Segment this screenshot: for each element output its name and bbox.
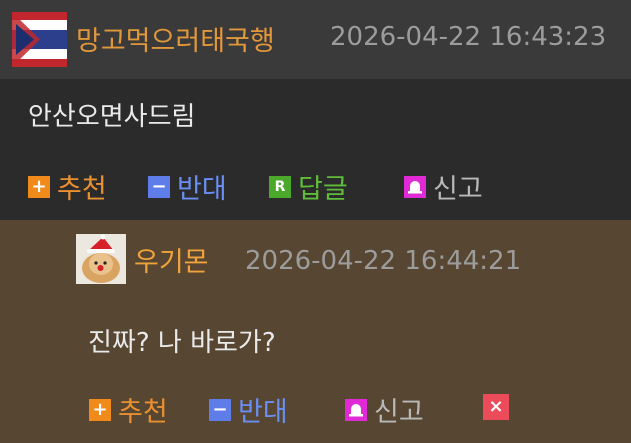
- minus-icon: −: [209, 398, 231, 421]
- report-label: 신고: [374, 397, 424, 428]
- post-recommend-button[interactable]: + 추천: [28, 167, 107, 206]
- post-timestamp: 2026-04-22 16:43:23: [330, 22, 607, 52]
- report-label: 신고: [433, 174, 483, 205]
- plus-icon: +: [28, 175, 50, 198]
- post-username[interactable]: 망고먹으러태국행: [76, 19, 275, 58]
- recommend-label: 추천: [57, 174, 107, 205]
- post-reply-button[interactable]: R 답글: [269, 167, 348, 206]
- pomeranian-santa-hat-icon: [76, 234, 126, 284]
- reply-report-button[interactable]: 신고: [345, 390, 424, 429]
- post-content: 안산오면사드림: [28, 102, 196, 132]
- close-icon: ×: [483, 394, 509, 420]
- reply-content: 진짜? 나 바로가?: [88, 328, 276, 358]
- reply-avatar[interactable]: [76, 234, 126, 284]
- reply-delete-button[interactable]: ×: [483, 394, 509, 420]
- post-oppose-button[interactable]: − 반대: [148, 167, 227, 206]
- reply-recommend-button[interactable]: + 추천: [89, 390, 168, 429]
- reply-icon: R: [269, 175, 291, 198]
- post-report-button[interactable]: 신고: [404, 167, 483, 206]
- reply-username[interactable]: 우기몬: [134, 240, 209, 279]
- reply-label: 답글: [298, 174, 348, 205]
- recommend-label: 추천: [118, 397, 168, 428]
- thailand-flag-avatar[interactable]: [12, 12, 67, 67]
- reply-oppose-button[interactable]: − 반대: [209, 390, 288, 429]
- oppose-label: 반대: [238, 397, 288, 428]
- plus-icon: +: [89, 398, 111, 421]
- siren-icon: [345, 398, 367, 421]
- siren-icon: [404, 175, 426, 198]
- reply-timestamp: 2026-04-22 16:44:21: [245, 246, 522, 276]
- minus-icon: −: [148, 175, 170, 198]
- oppose-label: 반대: [177, 174, 227, 205]
